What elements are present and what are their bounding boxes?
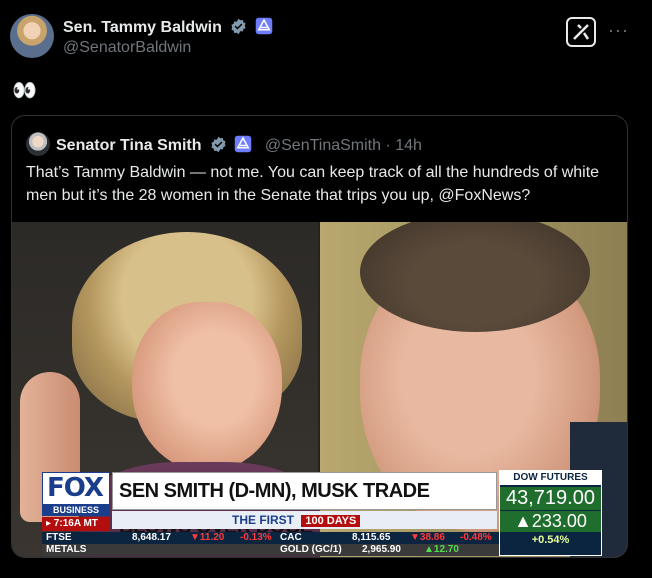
market-row-2: METALS GOLD (GC/1) 2,965.90 ▲12.70: [42, 544, 499, 556]
tweet: Sen. Tammy Baldwin @SenatorBaldwin ··· 👀…: [0, 0, 652, 578]
government-badge-icon: [235, 135, 252, 153]
ticker-sub-label: THE FIRST: [232, 513, 294, 527]
verified-badge-icon: [211, 136, 226, 153]
verified-badge-icon: [231, 18, 246, 35]
dow-change: ▲233.00: [500, 511, 601, 532]
government-badge-icon: [255, 17, 273, 35]
grok-icon[interactable]: [566, 17, 596, 47]
tweet-text: 👀: [12, 80, 37, 102]
quoted-media-image[interactable]: FOX BUSINESS ▸ 7:16A MT SEN SMITH (D-MN)…: [12, 222, 627, 557]
fox-business-logo: FOX BUSINESS: [42, 472, 110, 516]
dow-futures-box: DOW FUTURES 43,719.00 ▲233.00 +0.54%: [499, 470, 602, 556]
quoted-handle-time[interactable]: @SenTinaSmith · 14h: [265, 137, 422, 154]
dow-percent: +0.54%: [531, 534, 570, 546]
ticker-headline: SEN SMITH (D-MN), MUSK TRADE BLOWS OVER …: [112, 472, 497, 538]
quoted-tweet-text: That’s Tammy Baldwin — not me. You can k…: [26, 164, 600, 204]
author-name-row[interactable]: Sen. Tammy Baldwin: [63, 17, 273, 37]
quoted-author-name[interactable]: Senator Tina Smith: [56, 137, 202, 154]
author-name[interactable]: Sen. Tammy Baldwin: [63, 19, 222, 36]
market-row-1: FTSE 8,648.17 ▼11.20 -0.13% CAC 8,115.65…: [42, 532, 499, 544]
quoted-author-avatar[interactable]: [26, 132, 50, 156]
ticker-subbar: THE FIRST 100 DAYS: [112, 511, 497, 529]
ticker-time: ▸ 7:16A MT: [42, 517, 110, 531]
author-avatar[interactable]: [10, 14, 54, 58]
photo-face: [132, 302, 282, 472]
more-icon[interactable]: ···: [608, 20, 629, 41]
quoted-tweet[interactable]: Senator Tina Smith @SenTinaSmith · 14h T…: [11, 115, 628, 558]
dow-title: DOW FUTURES: [500, 471, 601, 485]
dow-value: 43,719.00: [500, 487, 601, 510]
author-handle[interactable]: @SenatorBaldwin: [63, 39, 191, 57]
ticker-sub-tag: 100 DAYS: [301, 515, 361, 527]
news-ticker: FOX BUSINESS ▸ 7:16A MT SEN SMITH (D-MN)…: [42, 470, 602, 556]
quoted-author-row[interactable]: Senator Tina Smith @SenTinaSmith · 14h: [56, 135, 422, 155]
